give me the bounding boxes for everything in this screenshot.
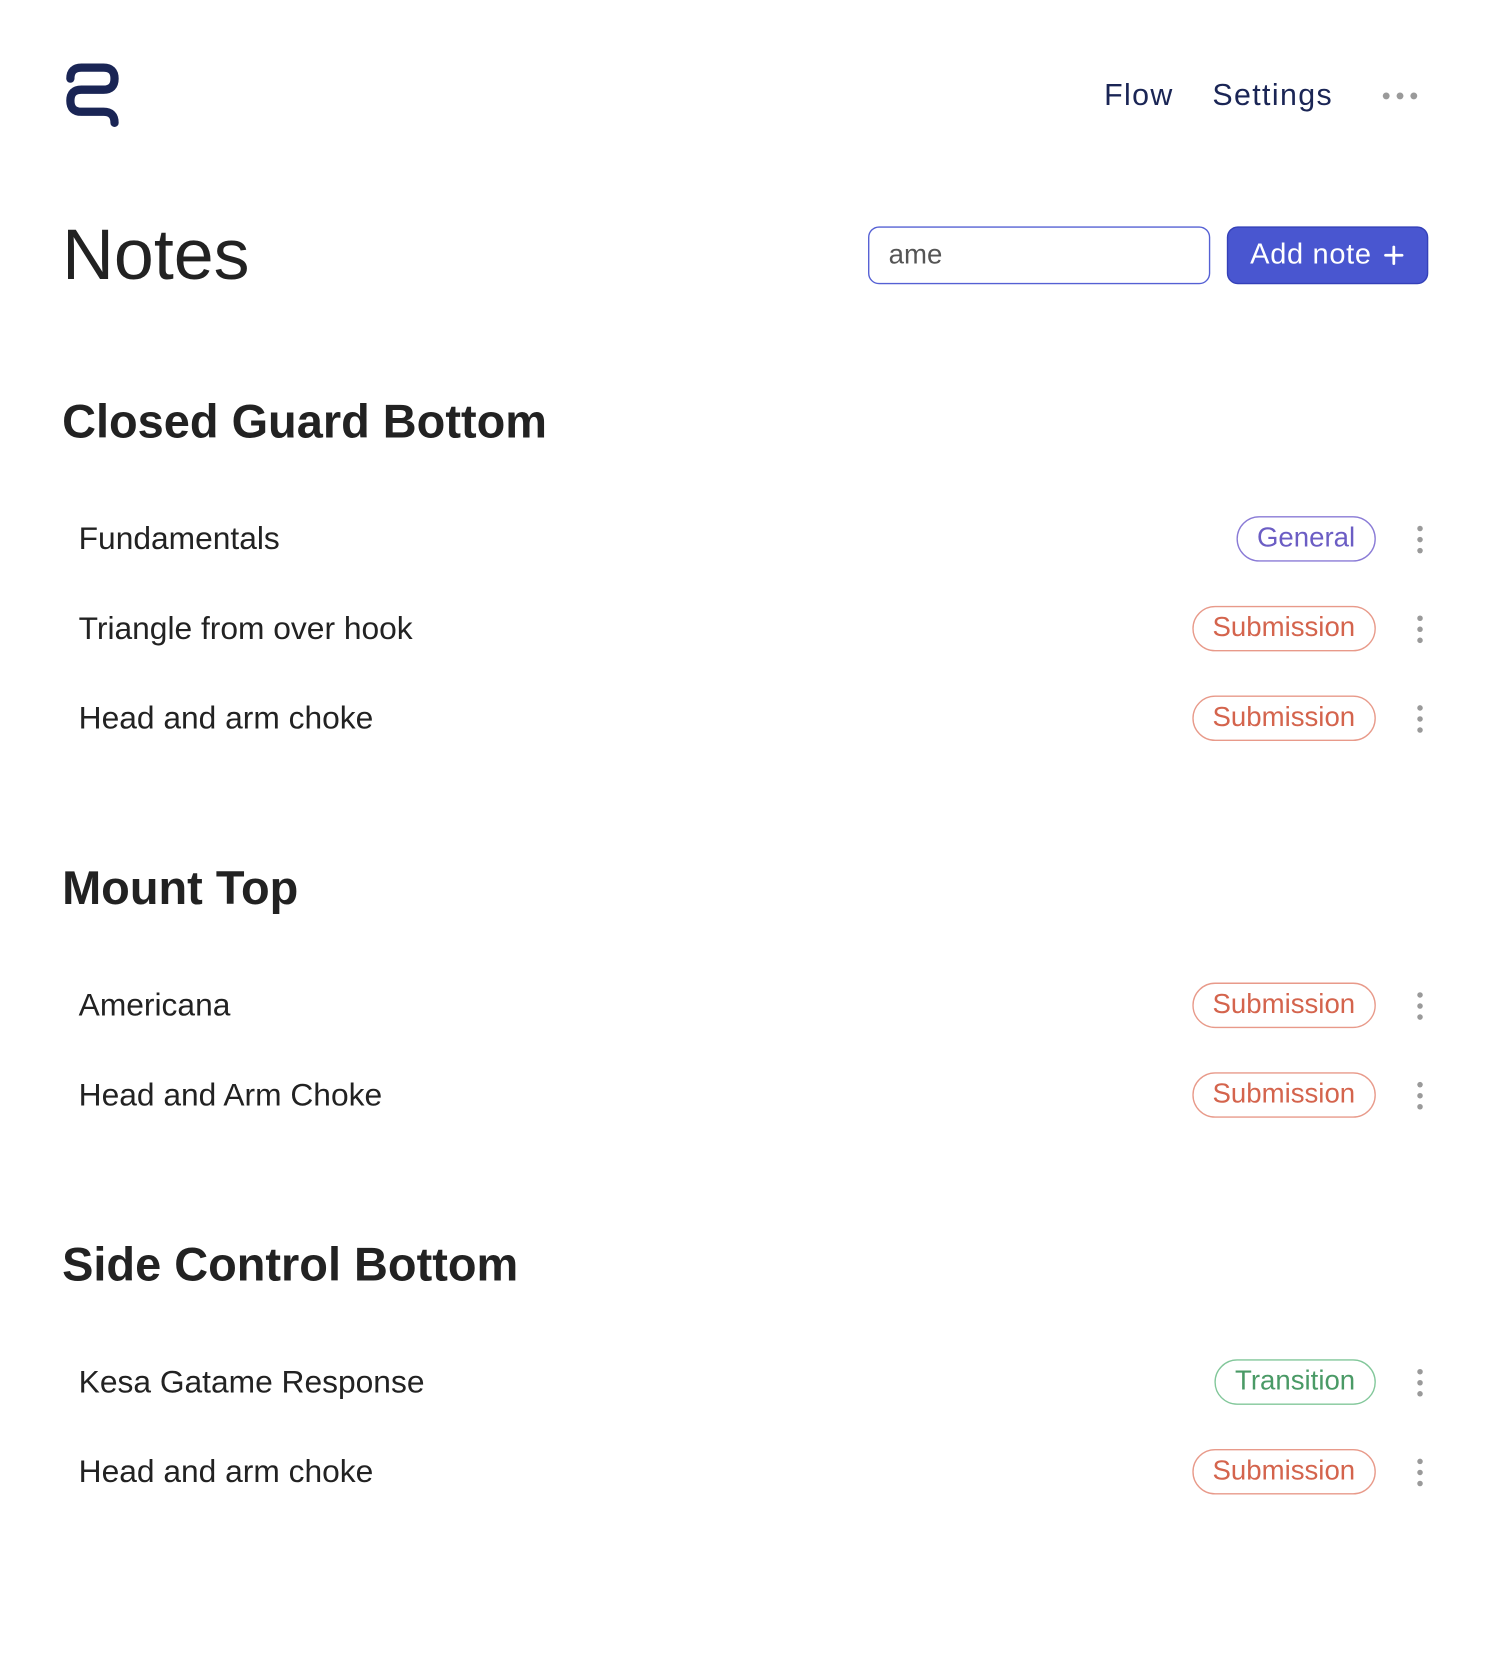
note-title: Head and arm choke: [79, 1453, 374, 1490]
note-row[interactable]: Head and arm choke Submission: [62, 673, 1428, 763]
note-title: Triangle from over hook: [79, 610, 413, 647]
row-menu-icon[interactable]: [1412, 986, 1429, 1025]
note-right: Submission: [1192, 696, 1429, 742]
section: Closed Guard Bottom Fundamentals General Tr…: [62, 396, 1428, 763]
row-menu-icon[interactable]: [1412, 1363, 1429, 1402]
section-title: Closed Guard Bottom: [62, 396, 1428, 450]
more-menu-icon[interactable]: [1372, 81, 1429, 110]
app-logo[interactable]: [62, 62, 123, 128]
note-right: Submission: [1192, 1072, 1429, 1118]
nav: Flow Settings: [1104, 77, 1428, 113]
add-note-label: Add note: [1250, 239, 1372, 272]
note-right: Submission: [1192, 606, 1429, 652]
nav-flow[interactable]: Flow: [1104, 77, 1174, 113]
title-row: Notes Add note: [62, 214, 1428, 297]
note-row[interactable]: Kesa Gatame Response Transition: [62, 1337, 1428, 1427]
note-right: General: [1236, 516, 1428, 562]
row-menu-icon[interactable]: [1412, 609, 1429, 648]
tag-submission: Submission: [1192, 1449, 1376, 1495]
note-row[interactable]: Fundamentals General: [62, 494, 1428, 584]
section-title: Mount Top: [62, 863, 1428, 917]
note-row[interactable]: Americana Submission: [62, 960, 1428, 1050]
tag-submission: Submission: [1192, 606, 1376, 652]
note-title: Fundamentals: [79, 520, 280, 557]
row-menu-icon[interactable]: [1412, 699, 1429, 738]
tag-transition: Transition: [1214, 1359, 1376, 1405]
section: Side Control Bottom Kesa Gatame Response T…: [62, 1239, 1428, 1516]
section: Mount TopAmericanaSubmissionHead and Arm…: [62, 863, 1428, 1140]
tag-submission: Submission: [1192, 983, 1376, 1029]
note-title: Head and arm choke: [79, 700, 374, 737]
note-row[interactable]: Head and arm choke Submission: [62, 1427, 1428, 1517]
note-title: Americana: [79, 987, 231, 1024]
header: Flow Settings: [62, 62, 1428, 128]
section-title: Side Control Bottom: [62, 1239, 1428, 1293]
note-title: Kesa Gatame Response: [79, 1363, 425, 1400]
note-row[interactable]: Triangle from over hook Submission: [62, 584, 1428, 674]
tag-submission: Submission: [1192, 1072, 1376, 1118]
note-title: Head and Arm Choke: [79, 1076, 382, 1113]
row-menu-icon[interactable]: [1412, 1452, 1429, 1491]
row-menu-icon[interactable]: [1412, 520, 1429, 559]
page-title: Notes: [62, 214, 249, 297]
note-right: Submission: [1192, 983, 1429, 1029]
add-note-button[interactable]: Add note: [1227, 226, 1429, 284]
tag-general: General: [1236, 516, 1376, 562]
row-menu-icon[interactable]: [1412, 1076, 1429, 1115]
note-row[interactable]: Head and Arm Choke Submission: [62, 1050, 1428, 1140]
nav-settings[interactable]: Settings: [1212, 77, 1333, 113]
plus-icon: [1383, 244, 1405, 266]
tag-submission: Submission: [1192, 696, 1376, 742]
note-right: Submission: [1192, 1449, 1429, 1495]
search-input[interactable]: [868, 226, 1210, 284]
note-right: Transition: [1214, 1359, 1428, 1405]
title-actions: Add note: [868, 226, 1428, 284]
